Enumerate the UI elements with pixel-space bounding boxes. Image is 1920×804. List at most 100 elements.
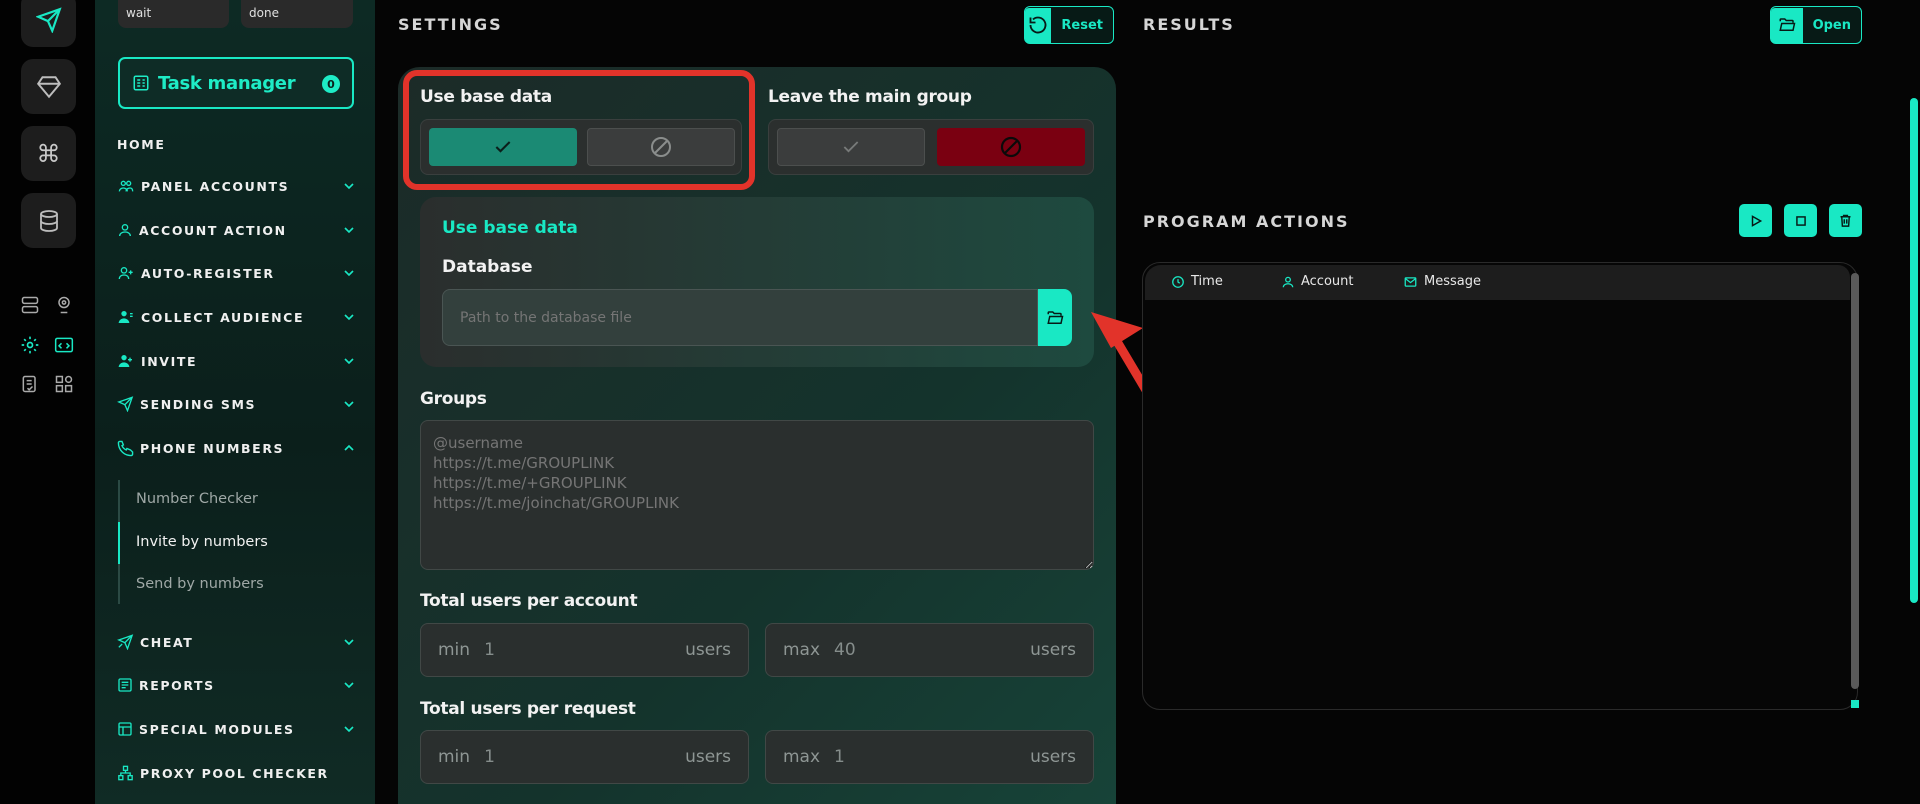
nav-sending-sms[interactable]: SENDING SMS (117, 392, 357, 416)
min-prefix: min (438, 640, 471, 660)
database-nav-button[interactable] (21, 193, 76, 248)
submenu-active-indicator (118, 522, 120, 564)
sub-number-checker[interactable]: Number Checker (136, 491, 258, 507)
per-account-min-value: 1 (484, 640, 495, 660)
nav-home-label: HOME (117, 136, 166, 152)
col-message-label: Message (1424, 274, 1481, 289)
card-title: Use base data (442, 218, 578, 238)
reset-button[interactable]: Reset (1024, 6, 1114, 44)
stop-button[interactable] (1784, 204, 1817, 237)
per-request-max-value: 1 (834, 747, 845, 767)
base-data-card: Use base data Database (420, 197, 1094, 367)
nav-proxy-pool-checker[interactable]: PROXY POOL CHECKER (117, 761, 357, 785)
unit-label: users (685, 747, 731, 767)
highlight-box (403, 70, 755, 190)
nav-cheat[interactable]: CHEAT (117, 630, 357, 654)
task-manager-button[interactable]: Task manager 0 (118, 57, 354, 109)
invite-icon (118, 355, 132, 367)
stop-icon (1795, 215, 1806, 226)
open-label: Open (1812, 17, 1851, 33)
per-request-min-field[interactable]: min 1 users (420, 730, 749, 784)
play-button[interactable] (1739, 204, 1772, 237)
col-account-label: Account (1301, 274, 1354, 289)
browse-database-button[interactable] (1038, 289, 1072, 346)
chevron-down-icon (344, 401, 354, 408)
nav-proxy-pool-checker-label: PROXY POOL CHECKER (140, 765, 329, 781)
nav-home[interactable]: HOME (117, 132, 357, 156)
max-prefix: max (783, 747, 821, 767)
per-account-min-field[interactable]: min 1 users (420, 623, 749, 677)
chevron-down-icon (344, 358, 354, 365)
clock-icon (1172, 275, 1184, 288)
nav-collect-audience-label: COLLECT AUDIENCE (141, 309, 305, 325)
send-icon (35, 6, 62, 33)
settings-gear-icon[interactable] (19, 334, 41, 356)
per-request-max-field[interactable]: max 1 users (765, 730, 1094, 784)
nav-auto-register[interactable]: AUTO-REGISTER (117, 261, 357, 285)
widgets-icon[interactable] (53, 373, 75, 395)
send-nav-button[interactable] (21, 0, 76, 47)
checklist-icon[interactable] (19, 373, 41, 395)
per-account-label: Total users per account (420, 591, 638, 611)
nav-reports[interactable]: REPORTS (117, 673, 357, 697)
chevron-down-icon (344, 682, 354, 689)
nav-phone-numbers[interactable]: PHONE NUMBERS (117, 436, 357, 460)
log-scrollbar[interactable] (1851, 273, 1859, 689)
page-scrollbar[interactable] (1910, 98, 1918, 603)
command-nav-button[interactable]: ⌘ (21, 126, 76, 181)
groups-label: Groups (420, 389, 487, 409)
nav-reports-label: REPORTS (139, 677, 215, 693)
unit-label: users (1030, 640, 1076, 660)
results-title: RESULTS (1143, 15, 1235, 34)
pin-user-icon[interactable] (53, 294, 75, 316)
folder-open-icon (1779, 18, 1796, 31)
leave-group-label: Leave the main group (768, 87, 972, 107)
reset-icon-box (1025, 7, 1052, 43)
audience-icon (118, 311, 133, 323)
clear-button[interactable] (1829, 204, 1862, 237)
sub-invite-by-numbers[interactable]: Invite by numbers (136, 534, 268, 550)
log-resize-handle[interactable] (1851, 700, 1859, 708)
sub-send-by-numbers[interactable]: Send by numbers (136, 576, 264, 592)
nav-panel-accounts-label: PANEL ACCOUNTS (141, 178, 290, 194)
nav-auto-register-label: AUTO-REGISTER (141, 265, 275, 281)
settings-title: SETTINGS (398, 15, 503, 34)
command-icon: ⌘ (36, 139, 61, 168)
nav-cheat-label: CHEAT (140, 634, 194, 650)
nav-collect-audience[interactable]: COLLECT AUDIENCE (117, 305, 357, 329)
groups-textarea[interactable] (420, 420, 1094, 570)
nav-sending-sms-label: SENDING SMS (140, 396, 257, 412)
mail-icon (1404, 276, 1417, 287)
cheat-icon (117, 634, 134, 650)
chevron-down-icon (344, 314, 354, 321)
nav-panel-accounts[interactable]: PANEL ACCOUNTS (117, 174, 357, 198)
reset-label: Reset (1061, 17, 1103, 33)
col-message: Message (1403, 274, 1481, 289)
unit-label: users (685, 640, 731, 660)
nav-invite[interactable]: INVITE (117, 349, 357, 373)
nav-special-modules-label: SPECIAL MODULES (139, 721, 295, 737)
program-actions-log[interactable] (1142, 262, 1858, 710)
diamond-nav-button[interactable] (21, 59, 76, 114)
per-account-max-field[interactable]: max 40 users (765, 623, 1094, 677)
play-icon (1751, 214, 1762, 227)
chevron-up-icon (344, 444, 354, 451)
col-account: Account (1281, 274, 1354, 289)
per-request-min-value: 1 (484, 747, 495, 767)
database-label: Database (442, 257, 533, 277)
server-list-icon[interactable] (19, 294, 41, 316)
leave-group-no[interactable] (937, 128, 1085, 166)
leave-group-toggle (768, 119, 1094, 175)
max-prefix: max (783, 640, 821, 660)
open-results-button[interactable]: Open (1770, 6, 1862, 44)
code-window-icon[interactable] (53, 334, 75, 356)
chevron-down-icon (344, 726, 354, 733)
nav-account-action[interactable]: ACCOUNT ACTION (117, 218, 357, 242)
leave-group-yes[interactable] (777, 128, 925, 166)
reports-icon (118, 678, 132, 692)
reset-icon (1029, 16, 1047, 34)
nav-special-modules[interactable]: SPECIAL MODULES (117, 717, 357, 741)
database-path-input[interactable] (442, 289, 1038, 346)
open-icon-box (1771, 7, 1803, 43)
send-icon (117, 396, 134, 412)
